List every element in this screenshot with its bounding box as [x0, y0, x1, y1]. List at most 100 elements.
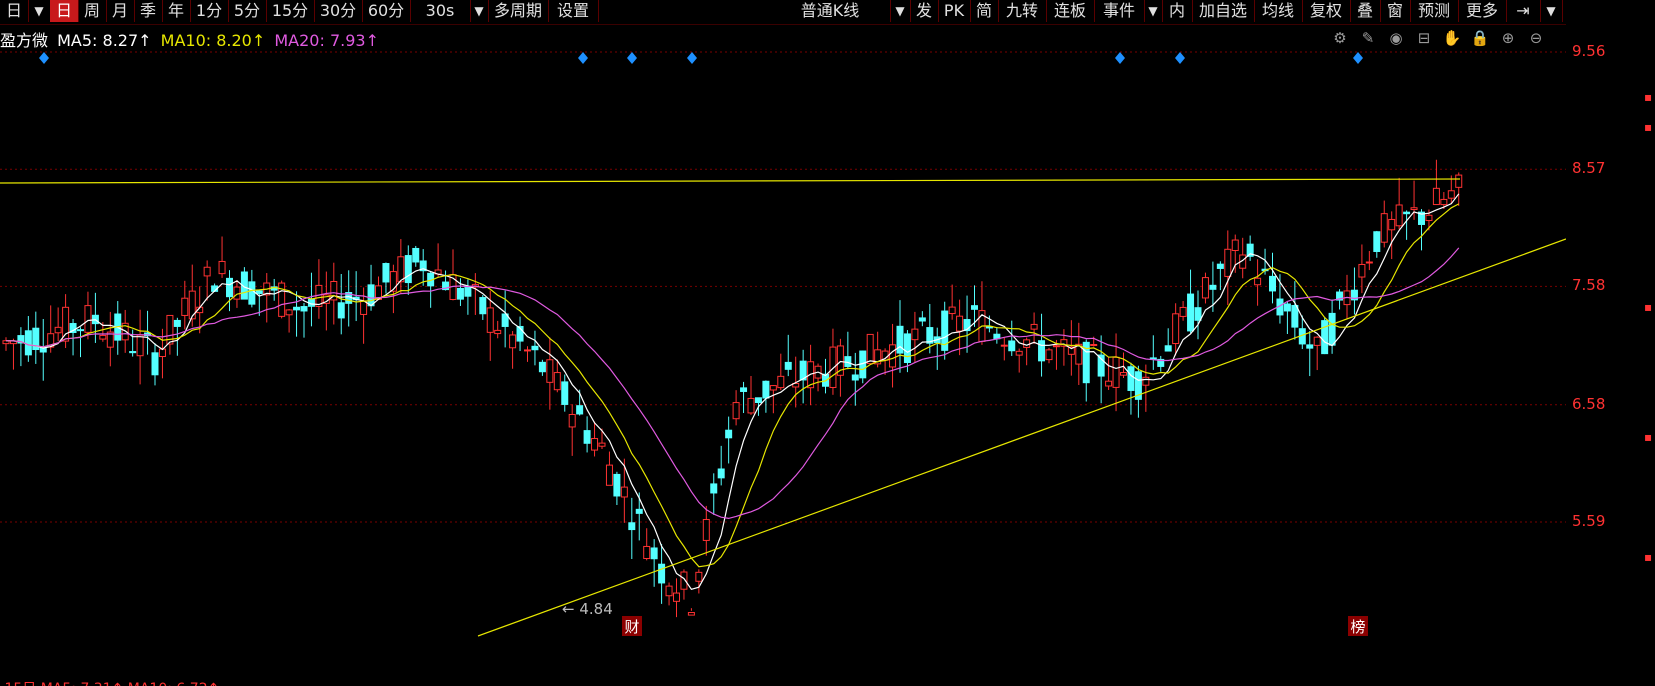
candle-up	[99, 334, 107, 340]
toolbar-button[interactable]: 周	[78, 0, 107, 22]
toolbar-button[interactable]: 60分	[362, 0, 411, 22]
candle-down	[561, 381, 569, 405]
candle-down	[1209, 284, 1217, 290]
toolbar-button[interactable]: 叠	[1350, 0, 1381, 22]
dropdown-arrow-icon[interactable]: ▼	[470, 0, 489, 22]
candle-down	[1269, 275, 1276, 292]
candle-down	[918, 317, 926, 322]
toolbar-button[interactable]: 多周期	[488, 0, 549, 22]
toolbar-button[interactable]: 九转	[998, 0, 1047, 22]
dropdown-arrow-icon[interactable]: ▼	[890, 0, 911, 22]
candle-down	[1008, 340, 1016, 352]
candle-up	[1112, 356, 1120, 388]
candle-up	[605, 464, 613, 486]
candle-down	[784, 361, 792, 370]
toolbar-button[interactable]: 30分	[314, 0, 363, 22]
candle-down	[896, 325, 904, 354]
candle-up	[1388, 218, 1396, 231]
candle-up	[1440, 198, 1448, 206]
toolbar-button[interactable]: 简	[970, 0, 999, 22]
toolbar-button[interactable]: 日	[50, 0, 79, 22]
event-marker-icon	[39, 52, 49, 64]
toolbar-button[interactable]: 事件	[1094, 0, 1145, 22]
candle-down	[173, 319, 181, 327]
candle-up	[218, 260, 226, 275]
candle-down	[851, 374, 859, 381]
candle-up	[866, 333, 874, 365]
event-badge-cai: 财	[624, 618, 639, 636]
candle-up	[509, 334, 517, 349]
candle-down	[300, 306, 308, 312]
price-tick-label: 8.57	[1572, 159, 1606, 178]
toolbar-button[interactable]: 内	[1162, 0, 1193, 22]
candle-up	[747, 397, 755, 414]
candle-up	[1455, 174, 1463, 188]
toolbar-button[interactable]: ⇥	[1506, 0, 1541, 22]
candle-down	[248, 281, 256, 305]
candle-up	[233, 286, 241, 300]
candle-up	[397, 256, 405, 283]
candle-up	[1015, 350, 1023, 356]
candle-down	[24, 330, 32, 356]
toolbar-button[interactable]: 复权	[1302, 0, 1351, 22]
candle-up	[665, 585, 673, 597]
candle-up	[1172, 313, 1180, 345]
candle-down	[1306, 344, 1314, 349]
toolbar-button[interactable]: 设置	[548, 0, 599, 22]
candle-up	[553, 372, 561, 391]
toolbar-button[interactable]: 年	[162, 0, 191, 22]
candle-up	[1023, 339, 1031, 348]
candle-down	[367, 284, 375, 307]
event-marker-icon	[1115, 52, 1125, 64]
candle-up	[911, 328, 919, 341]
candle-down	[762, 380, 770, 399]
toolbar-button[interactable]: 预测	[1410, 0, 1459, 22]
candle-down	[456, 287, 464, 300]
candle-down	[903, 333, 911, 364]
toolbar-button[interactable]: 15分	[266, 0, 315, 22]
candle-up	[948, 306, 956, 315]
candle-down	[1291, 305, 1299, 328]
toolbar-button[interactable]: 月	[106, 0, 135, 22]
candle-up	[1052, 345, 1060, 348]
toolbar-button[interactable]: 1分	[190, 0, 229, 22]
candle-down	[255, 290, 263, 294]
toolbar-button[interactable]: 更多	[1458, 0, 1507, 22]
toolbar-button[interactable]: PK	[938, 0, 971, 22]
candle-down	[754, 397, 762, 404]
candle-down	[717, 468, 725, 479]
kline-chart[interactable]: ← 4.84 财 榜	[0, 24, 1566, 686]
toolbar-button[interactable]: 加自选	[1192, 0, 1255, 22]
toolbar-button[interactable]: 发	[910, 0, 939, 22]
candle-up	[620, 486, 628, 498]
candle-down	[1038, 340, 1046, 362]
candle-up	[486, 307, 494, 333]
toolbar-button[interactable]: 30s	[410, 0, 471, 22]
toolbar-button[interactable]: 5分	[228, 0, 267, 22]
dropdown-arrow-icon[interactable]: ▼	[28, 0, 51, 22]
volume-legend: ·15日 MA5: 7.31↑ MA10: 6.72↑	[0, 678, 1566, 686]
candle-up	[643, 545, 651, 559]
candle-down	[531, 345, 539, 351]
toolbar-button[interactable]: 均线	[1254, 0, 1303, 22]
toolbar-button[interactable]: 连板	[1046, 0, 1095, 22]
candle-down	[151, 352, 159, 376]
candle-up	[1395, 204, 1403, 227]
dropdown-arrow-icon[interactable]: ▼	[1540, 0, 1563, 22]
candle-up	[181, 297, 189, 316]
candle-up	[695, 571, 703, 582]
toolbar-button[interactable]: 日	[0, 0, 29, 22]
candle-up	[494, 329, 502, 335]
candle-up	[732, 402, 740, 420]
dropdown-arrow-icon[interactable]: ▼	[1144, 0, 1163, 22]
candle-down	[538, 361, 546, 373]
toolbar-button[interactable]: 季	[134, 0, 163, 22]
price-tick-label: 6.58	[1572, 394, 1606, 413]
toolbar-button[interactable]: 窗	[1380, 0, 1411, 22]
candle-up	[1105, 380, 1113, 387]
candle-down	[1164, 345, 1172, 352]
toolbar-button[interactable]: 普通K线	[770, 0, 891, 22]
candle-up	[1201, 277, 1209, 299]
candle-down	[1283, 303, 1291, 312]
candle-down	[1187, 293, 1195, 332]
